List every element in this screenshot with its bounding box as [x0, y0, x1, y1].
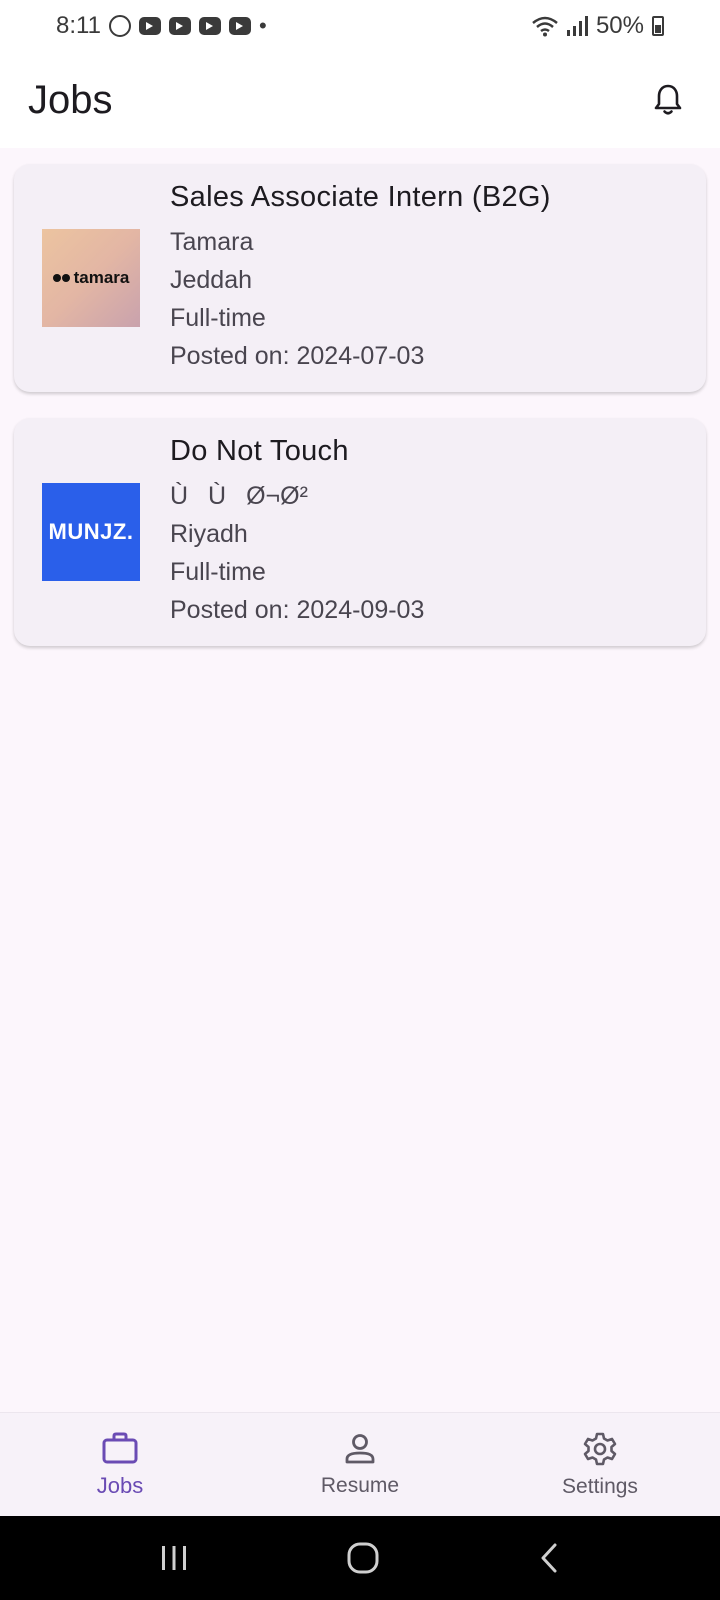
nav-item-resume[interactable]: Resume	[260, 1432, 460, 1498]
youtube-icon	[198, 17, 221, 35]
job-title: Do Not Touch	[170, 435, 349, 467]
status-left: 8:11 •	[56, 12, 267, 40]
gear-icon	[583, 1432, 617, 1465]
job-card[interactable]: tamara Sales Associate Intern (B2G) Tama…	[14, 164, 706, 392]
more-notifications-dot-icon: •	[258, 13, 267, 38]
job-posted-date: Posted on: 2024-07-03	[170, 342, 425, 370]
tamara-mark-icon	[52, 274, 70, 282]
logo-text: MUNJZ.	[48, 519, 134, 544]
battery-percent: 50%	[595, 12, 644, 39]
job-type: Full-time	[170, 558, 266, 586]
person-icon	[345, 1433, 375, 1463]
job-title: Sales Associate Intern (B2G)	[170, 181, 551, 213]
notifications-button[interactable]	[644, 76, 692, 124]
youtube-icon	[228, 17, 251, 35]
bell-icon	[654, 84, 682, 115]
back-icon[interactable]	[537, 1542, 561, 1574]
job-list: tamara Sales Associate Intern (B2G) Tama…	[14, 164, 706, 672]
status-bar: 8:11 • 50%	[0, 0, 720, 52]
job-type: Full-time	[170, 304, 266, 332]
nav-label-jobs: Jobs	[96, 1472, 144, 1498]
job-company: Tamara	[170, 228, 254, 256]
battery-icon	[652, 16, 664, 36]
wifi-icon	[532, 16, 558, 37]
company-logo-munjz: MUNJZ.	[42, 483, 140, 581]
logo-text: tamara	[73, 268, 130, 287]
whatsapp-icon	[108, 15, 131, 37]
bottom-navigation: Jobs Resume Settings	[0, 1412, 720, 1516]
nav-item-jobs[interactable]: Jobs	[20, 1431, 220, 1499]
page-title: Jobs	[28, 77, 113, 122]
signal-icon	[566, 16, 588, 36]
status-right: 50%	[532, 12, 664, 40]
status-time: 8:11	[56, 12, 101, 39]
home-icon[interactable]	[346, 1541, 380, 1575]
youtube-icon	[138, 17, 161, 35]
briefcase-icon	[102, 1432, 138, 1463]
nav-label-resume: Resume	[320, 1473, 400, 1497]
nav-item-settings[interactable]: Settings	[500, 1431, 700, 1499]
job-location: Riyadh	[170, 520, 248, 548]
company-logo-tamara: tamara	[42, 229, 140, 327]
system-navigation-bar	[0, 1516, 720, 1600]
job-posted-date: Posted on: 2024-09-03	[170, 596, 425, 624]
youtube-icon	[168, 17, 191, 35]
recent-apps-icon[interactable]	[159, 1544, 189, 1572]
nav-label-settings: Settings	[562, 1474, 638, 1498]
job-info: Sales Associate Intern (B2G) Tamara Jedd…	[170, 181, 551, 375]
job-company: Ù ÙØ¬Ø²	[170, 482, 308, 510]
job-info: Do Not Touch Ù ÙØ¬Ø² Riyadh Full-time P…	[170, 435, 424, 629]
job-card[interactable]: MUNJZ. Do Not Touch Ù ÙØ¬Ø² Riyadh Full…	[14, 418, 706, 646]
job-location: Jeddah	[170, 266, 253, 294]
app-bar: Jobs	[0, 52, 720, 148]
